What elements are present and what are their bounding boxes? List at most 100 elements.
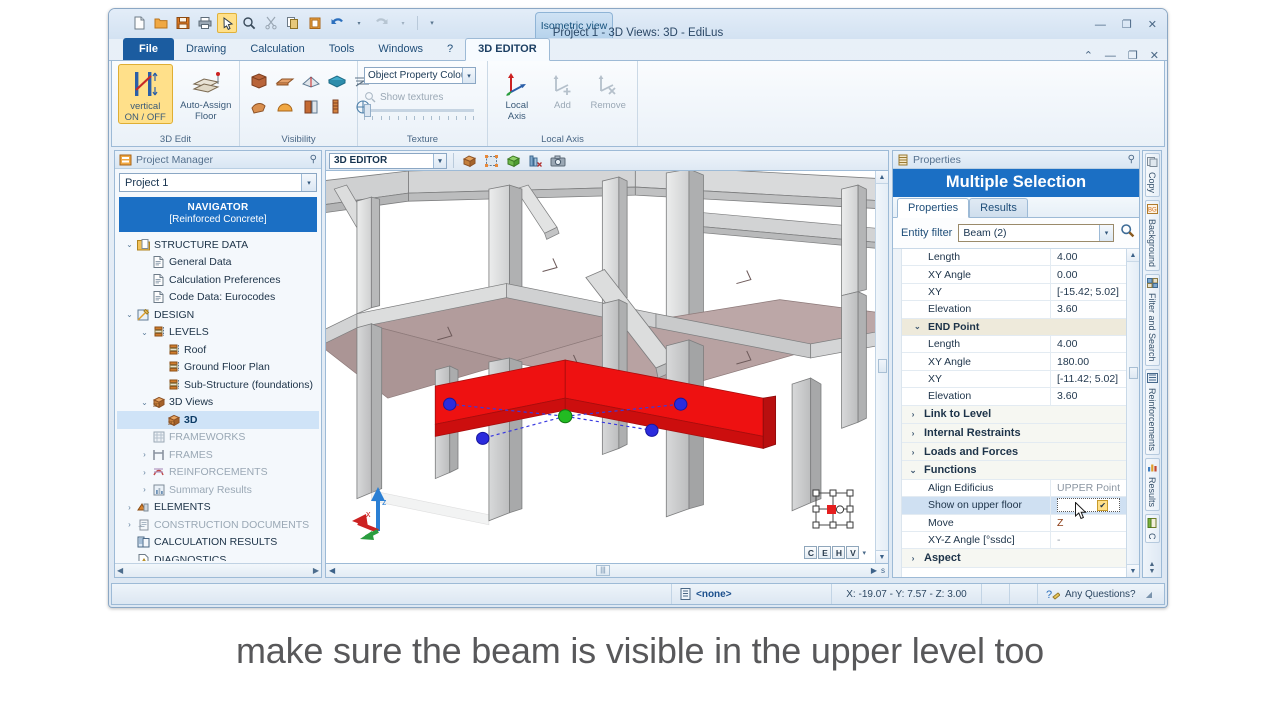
tree-item-general-data[interactable]: General Data xyxy=(117,254,319,272)
menu-tab-3d-editor[interactable]: 3D EDITOR xyxy=(465,38,550,61)
side-tab-results[interactable]: Results xyxy=(1144,457,1160,511)
tree-item-frames[interactable]: › FRAMES xyxy=(117,446,319,464)
expand-collapse-right-icon[interactable]: › xyxy=(123,503,136,512)
dome-visibility-icon[interactable] xyxy=(272,94,298,120)
redo-dropdown-icon[interactable]: ▾ xyxy=(393,13,413,33)
vscroll-thumb[interactable] xyxy=(878,359,887,374)
add-local-axis-button[interactable]: Add xyxy=(540,64,586,111)
property-value[interactable]: 3.60 xyxy=(1050,388,1126,405)
tree-item-roof[interactable]: Roof xyxy=(117,341,319,359)
project-select-combo[interactable]: Project 1 ▾ xyxy=(119,173,317,192)
tree-item-frameworks[interactable]: FRAMEWORKS xyxy=(117,429,319,447)
beam-visibility-icon[interactable] xyxy=(272,68,298,94)
restore-button[interactable]: ❐ xyxy=(1122,18,1132,31)
tree-item-calculation-preferences[interactable]: Calculation Preferences xyxy=(117,271,319,289)
property-value[interactable]: UPPER Point xyxy=(1050,479,1126,497)
texture-intensity-slider[interactable] xyxy=(364,104,474,120)
checkbox-editor[interactable]: ✔ xyxy=(1057,498,1121,513)
pile-visibility-icon[interactable] xyxy=(324,94,350,120)
property-row-move[interactable]: Move Z xyxy=(902,514,1126,533)
roof-visibility-icon[interactable] xyxy=(298,68,324,94)
remove-local-axis-button[interactable]: Remove xyxy=(585,64,631,111)
hscroll-left-arrow[interactable]: ◀ xyxy=(329,566,335,575)
tree-item-diagnostics[interactable]: DIAGNOSTICS xyxy=(117,551,319,561)
property-value-cell[interactable]: ✔ xyxy=(1050,497,1126,514)
zoom-icon[interactable] xyxy=(239,13,259,33)
vscroll-down-arrow[interactable]: ▼ xyxy=(876,550,888,563)
hscroll-right-arrow[interactable]: ▶ xyxy=(871,566,877,575)
side-tab-clipboard[interactable]: C xyxy=(1144,513,1160,544)
side-tab-reinforcements[interactable]: Reinforcements xyxy=(1144,368,1160,455)
expand-collapse-right-icon[interactable]: › xyxy=(908,447,918,457)
side-tab-scroll-controls[interactable]: ▲ ▼ xyxy=(1149,561,1156,577)
expand-collapse-right-icon[interactable]: › xyxy=(138,485,151,494)
property-row-elevation[interactable]: Elevation 3.60 xyxy=(902,301,1126,319)
chevron-down-icon[interactable]: ▾ xyxy=(462,68,475,83)
properties-scroll-thumb[interactable] xyxy=(1129,367,1138,380)
side-tab-background[interactable]: BG Background xyxy=(1144,200,1160,272)
property-group-functions[interactable]: ⌄ Functions xyxy=(902,461,1126,480)
tab-properties[interactable]: Properties xyxy=(897,198,970,218)
status-help-cell[interactable]: ? Any Questions? ◢ xyxy=(1038,584,1164,604)
viewport-horizontal-scrollbar[interactable]: ◀ ||| ▶ s xyxy=(325,564,889,578)
properties-scroll-down[interactable]: ▼ xyxy=(1127,564,1139,577)
undo-dropdown-icon[interactable]: ▾ xyxy=(349,13,369,33)
vertical-on-off-button[interactable]: vertical ON / OFF xyxy=(118,64,173,124)
property-value[interactable]: - xyxy=(1050,532,1126,549)
property-group-end-point[interactable]: ⌄ END Point xyxy=(902,318,1126,336)
select-pointer-icon[interactable] xyxy=(217,13,237,33)
menu-tab-calculation[interactable]: Calculation xyxy=(238,39,316,60)
tree-item-summary-results[interactable]: › Summary Results xyxy=(117,481,319,499)
selection-handle-widget[interactable] xyxy=(810,487,858,535)
menu-tab-tools[interactable]: Tools xyxy=(317,39,367,60)
property-row-length[interactable]: Length 4.00 xyxy=(902,335,1126,354)
hide-objects-icon[interactable] xyxy=(526,152,545,169)
expand-collapse-right-icon[interactable]: › xyxy=(138,450,151,459)
tree-item-construction-documents[interactable]: › CONSTRUCTION DOCUMENTS xyxy=(117,516,319,534)
show-on-upper-floor-checkbox[interactable]: ✔ xyxy=(1097,499,1109,511)
property-row-xy[interactable]: XY [-15.42; 5.02] xyxy=(902,283,1126,302)
expand-collapse-down-icon[interactable]: ⌄ xyxy=(123,240,136,249)
close-button[interactable]: ✕ xyxy=(1148,18,1157,31)
isometric-view-tab[interactable]: Isometric view xyxy=(535,12,613,38)
viewport-vertical-scrollbar[interactable]: ▲ ▼ xyxy=(875,171,888,563)
property-group-loads-and-forces[interactable]: › Loads and Forces xyxy=(902,442,1126,462)
hscroll-right-arrow[interactable]: ▶ xyxy=(313,566,319,575)
property-row-xy-z-angle-ssdc[interactable]: XY-Z Angle [°ssdc] - xyxy=(902,532,1126,550)
tree-item-structure-data[interactable]: ⌄ STRUCTURE DATA xyxy=(117,236,319,254)
chevron-down-icon[interactable]: ▾ xyxy=(433,153,446,168)
object-property-colour-combo[interactable]: Object Property Colou ▾ xyxy=(364,67,476,84)
tree-item-reinforcements[interactable]: › REINFORCEMENTS xyxy=(117,464,319,482)
expand-collapse-right-icon[interactable]: › xyxy=(908,428,918,438)
tree-item-code-data-eurocodes[interactable]: Code Data: Eurocodes xyxy=(117,289,319,307)
solid-view-icon[interactable] xyxy=(460,152,479,169)
tree-item-ground-floor-plan[interactable]: Ground Floor Plan xyxy=(117,359,319,377)
redo-icon[interactable] xyxy=(371,13,391,33)
camera-snapshot-icon[interactable] xyxy=(548,152,567,169)
column-visibility-icon[interactable] xyxy=(298,94,324,120)
property-group-internal-restraints[interactable]: › Internal Restraints xyxy=(902,424,1126,443)
properties-grid[interactable]: Length 4.00 XY Angle 0.00 XY [-15.42; 5.02] El… xyxy=(893,249,1139,577)
expand-collapse-right-icon[interactable]: › xyxy=(908,553,918,563)
print-icon[interactable] xyxy=(195,13,215,33)
entity-filter-combo[interactable]: Beam (2) ▾ xyxy=(958,224,1114,242)
menu-tab-help[interactable]: ? xyxy=(435,39,465,60)
property-row-xy-angle[interactable]: XY Angle 0.00 xyxy=(902,266,1126,284)
property-group-aspect[interactable]: › Aspect xyxy=(902,549,1126,569)
undo-icon[interactable] xyxy=(327,13,347,33)
expand-collapse-right-icon[interactable]: › xyxy=(908,409,918,419)
slab-visibility-icon[interactable] xyxy=(324,68,350,94)
chevron-down-icon[interactable]: ▾ xyxy=(1099,225,1113,241)
render-view-icon[interactable] xyxy=(504,152,523,169)
new-document-icon[interactable] xyxy=(129,13,149,33)
chevron-down-icon[interactable]: ▾ xyxy=(301,174,316,191)
view-mode-dropdown-icon[interactable]: ▾ xyxy=(862,549,866,557)
open-folder-icon[interactable] xyxy=(151,13,171,33)
hscroll-thumb[interactable]: ||| xyxy=(596,565,610,576)
tree-item-design[interactable]: ⌄ DESIGN xyxy=(117,306,319,324)
property-value[interactable]: 180.00 xyxy=(1050,353,1126,370)
local-axis-button[interactable]: Local Axis xyxy=(494,64,540,122)
expand-collapse-down-icon[interactable]: ⌄ xyxy=(914,322,923,331)
paste-icon[interactable] xyxy=(305,13,325,33)
view-mode-h-button[interactable]: H xyxy=(832,546,846,559)
